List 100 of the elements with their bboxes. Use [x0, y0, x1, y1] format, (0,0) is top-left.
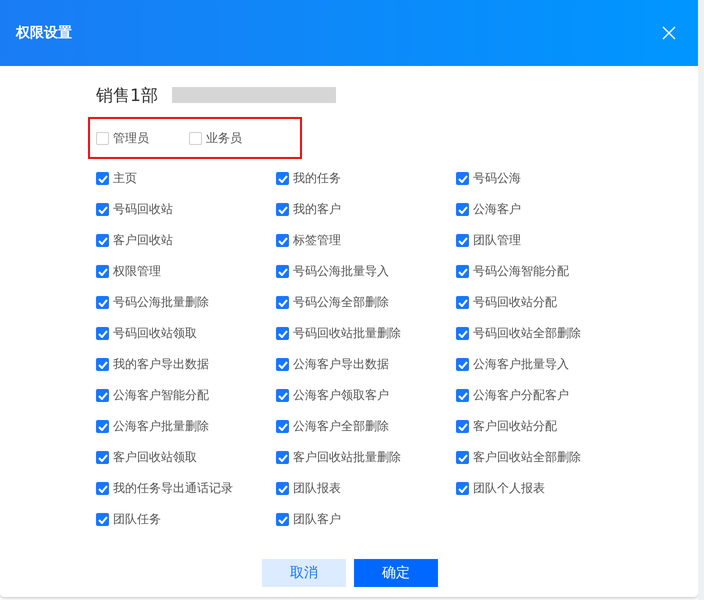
confirm-button[interactable]: 确定 [354, 559, 438, 587]
checkbox[interactable] [276, 265, 289, 278]
permission-checkbox[interactable]: 公海客户全部删除 [276, 418, 389, 435]
permission-checkbox[interactable]: 主页 [96, 170, 137, 187]
checkbox[interactable] [276, 203, 289, 216]
checkbox[interactable] [276, 389, 289, 402]
check-icon [458, 298, 468, 306]
permission-checkbox[interactable]: 号码公海智能分配 [456, 263, 569, 280]
checkbox[interactable] [96, 234, 109, 247]
permission-checkbox[interactable]: 客户回收站分配 [456, 418, 557, 435]
permission-checkbox[interactable]: 团队个人报表 [456, 480, 545, 497]
permission-checkbox[interactable]: 我的任务 [276, 170, 341, 187]
checkbox[interactable] [456, 327, 469, 340]
checkbox[interactable] [456, 451, 469, 464]
permission-checkbox[interactable]: 公海客户领取客户 [276, 387, 389, 404]
check-icon [458, 360, 468, 368]
permission-checkbox[interactable]: 团队客户 [276, 511, 341, 528]
checkbox[interactable] [456, 389, 469, 402]
department-name: 销售1部 [96, 84, 158, 106]
checkbox[interactable] [456, 482, 469, 495]
checkbox[interactable] [276, 482, 289, 495]
permission-checkbox[interactable]: 公海客户批量导入 [456, 356, 569, 373]
permission-checkbox[interactable]: 公海客户 [456, 201, 521, 218]
check-icon [458, 268, 468, 276]
checkbox[interactable] [96, 358, 109, 371]
checkbox[interactable] [276, 451, 289, 464]
check-icon [98, 298, 108, 306]
checkbox[interactable] [96, 482, 109, 495]
check-icon [278, 206, 288, 214]
checkbox[interactable] [276, 172, 289, 185]
checkbox[interactable] [276, 296, 289, 309]
checkbox[interactable] [456, 265, 469, 278]
checkbox[interactable] [96, 451, 109, 464]
permission-checkbox[interactable]: 团队任务 [96, 511, 161, 528]
checkbox[interactable] [456, 234, 469, 247]
permission-checkbox[interactable]: 客户回收站批量删除 [276, 449, 401, 466]
checkbox[interactable] [456, 203, 469, 216]
check-icon [458, 236, 468, 244]
checkbox[interactable] [276, 358, 289, 371]
checkbox[interactable] [96, 389, 109, 402]
check-icon [98, 454, 108, 462]
check-icon [278, 484, 288, 492]
permission-checkbox[interactable]: 号码公海 [456, 170, 521, 187]
permission-checkbox[interactable]: 公海客户批量删除 [96, 418, 209, 435]
permission-checkbox[interactable]: 公海客户分配客户 [456, 387, 569, 404]
permission-checkbox[interactable]: 团队报表 [276, 480, 341, 497]
checkbox[interactable] [96, 172, 109, 185]
checkbox[interactable] [276, 420, 289, 433]
check-icon [98, 392, 108, 400]
checkbox[interactable] [456, 358, 469, 371]
checkbox[interactable] [96, 203, 109, 216]
permission-checkbox[interactable]: 号码公海批量导入 [276, 263, 389, 280]
permission-checkbox[interactable]: 客户回收站 [96, 232, 173, 249]
check-icon [98, 236, 108, 244]
dialog-title: 权限设置 [16, 24, 72, 42]
check-icon [278, 174, 288, 182]
permission-checkbox[interactable]: 公海客户导出数据 [276, 356, 389, 373]
checkbox[interactable] [276, 327, 289, 340]
checkbox[interactable] [96, 265, 109, 278]
checkbox[interactable] [96, 420, 109, 433]
checkbox[interactable] [96, 296, 109, 309]
permission-checkbox[interactable]: 我的任务导出通话记录 [96, 480, 233, 497]
permission-checkbox[interactable]: 号码回收站 [96, 201, 173, 218]
check-icon [98, 484, 108, 492]
permission-checkbox[interactable]: 号码回收站全部删除 [456, 325, 581, 342]
close-icon[interactable] [662, 26, 676, 40]
permission-checkbox[interactable]: 号码公海全部删除 [276, 294, 389, 311]
role-checkbox[interactable]: 业务员 [189, 130, 242, 146]
permission-checkbox[interactable]: 我的客户导出数据 [96, 356, 209, 373]
permission-checkbox[interactable]: 号码回收站批量删除 [276, 325, 401, 342]
check-icon [278, 392, 288, 400]
checkbox[interactable] [456, 296, 469, 309]
permission-checkbox[interactable]: 权限管理 [96, 263, 161, 280]
check-icon [278, 516, 288, 524]
permission-checkbox[interactable]: 客户回收站全部删除 [456, 449, 581, 466]
checkbox[interactable] [276, 234, 289, 247]
permission-checkbox[interactable]: 我的客户 [276, 201, 341, 218]
checkbox[interactable] [456, 172, 469, 185]
checkbox[interactable] [96, 513, 109, 526]
permission-checkbox[interactable]: 号码回收站分配 [456, 294, 557, 311]
check-icon [278, 422, 288, 430]
check-icon [278, 330, 288, 338]
permission-checkbox[interactable]: 公海客户智能分配 [96, 387, 209, 404]
checkbox[interactable] [456, 420, 469, 433]
check-icon [458, 330, 468, 338]
check-icon [458, 206, 468, 214]
permission-checkbox[interactable]: 号码回收站领取 [96, 325, 197, 342]
check-icon [98, 268, 108, 276]
checkbox[interactable] [96, 327, 109, 340]
permission-checkbox[interactable]: 团队管理 [456, 232, 521, 249]
check-icon [278, 298, 288, 306]
role-checkbox[interactable]: 管理员 [96, 130, 149, 146]
check-icon [278, 268, 288, 276]
checkbox[interactable] [276, 513, 289, 526]
check-icon [98, 422, 108, 430]
check-icon [458, 484, 468, 492]
permission-checkbox[interactable]: 客户回收站领取 [96, 449, 197, 466]
permission-checkbox[interactable]: 标签管理 [276, 232, 341, 249]
check-icon [458, 454, 468, 462]
permission-checkbox[interactable]: 号码公海批量删除 [96, 294, 209, 311]
